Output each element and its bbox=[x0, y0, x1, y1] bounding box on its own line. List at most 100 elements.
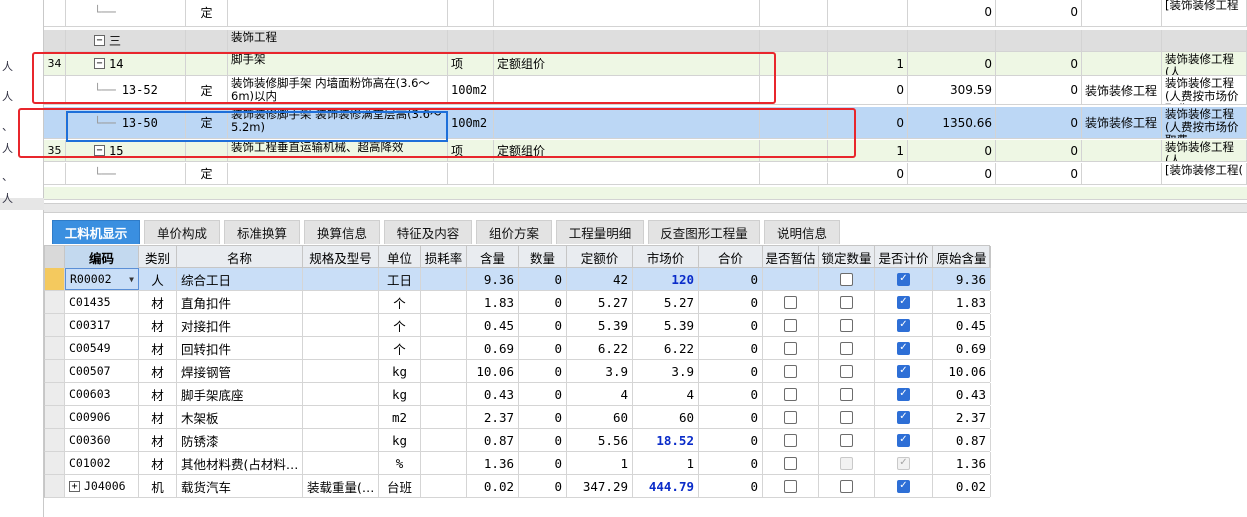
cell-orig[interactable]: 2.37 bbox=[933, 406, 991, 428]
priced-checkbox[interactable]: ✓ bbox=[897, 341, 910, 355]
cell-qty[interactable]: 0 bbox=[519, 383, 567, 405]
cell-code[interactable]: C01002 bbox=[65, 452, 139, 474]
cell-loss[interactable] bbox=[421, 383, 467, 405]
est-checkbox[interactable] bbox=[784, 364, 797, 378]
header-base[interactable]: 定额价 bbox=[567, 246, 633, 268]
cell-total[interactable]: 0 bbox=[699, 475, 763, 497]
table-row[interactable]: C00360 材防锈漆 kg 0.87 0 5.56 18.52 0 ✓ 0.87 bbox=[44, 429, 991, 452]
cell-market[interactable]: 120 bbox=[633, 268, 699, 290]
cell-qty[interactable]: 0 bbox=[519, 268, 567, 290]
header-name[interactable]: 名称 bbox=[177, 246, 303, 268]
lock-checkbox[interactable] bbox=[840, 295, 853, 309]
cell-cat[interactable]: 材 bbox=[139, 360, 177, 382]
cell-priced[interactable]: ✓ bbox=[875, 406, 933, 428]
cell-base[interactable]: 1 bbox=[567, 452, 633, 474]
cell-spec[interactable] bbox=[303, 360, 379, 382]
cell-lock[interactable] bbox=[819, 268, 875, 290]
lock-checkbox[interactable] bbox=[840, 318, 853, 332]
cell-content[interactable]: 10.06 bbox=[467, 360, 519, 382]
cell-cat[interactable]: 人 bbox=[139, 268, 177, 290]
lock-checkbox[interactable] bbox=[840, 341, 853, 355]
quota-row[interactable]: − 三 装饰工程 bbox=[44, 30, 1247, 52]
cell-qty[interactable]: 0 bbox=[519, 429, 567, 451]
cell-total[interactable]: 0 bbox=[699, 337, 763, 359]
cell-cat[interactable]: 材 bbox=[139, 314, 177, 336]
cell-lock[interactable] bbox=[819, 429, 875, 451]
cell-content[interactable]: 1.36 bbox=[467, 452, 519, 474]
cell-name[interactable]: 装饰工程垂直运输机械、超高降效 bbox=[228, 140, 448, 161]
cell-unit[interactable]: 个 bbox=[379, 337, 421, 359]
cell-orig[interactable]: 0.69 bbox=[933, 337, 991, 359]
cell-spec[interactable] bbox=[303, 314, 379, 336]
header-rowno[interactable] bbox=[45, 246, 65, 268]
cell-market[interactable]: 4 bbox=[633, 383, 699, 405]
header-loss[interactable]: 损耗率 bbox=[421, 246, 467, 268]
cell-loss[interactable] bbox=[421, 452, 467, 474]
cell-code[interactable]: −14 bbox=[66, 52, 186, 75]
lock-checkbox[interactable] bbox=[840, 387, 853, 401]
cell-name[interactable]: 防锈漆 bbox=[177, 429, 303, 451]
tab-5[interactable]: 特征及内容 bbox=[384, 220, 472, 244]
cell-code[interactable]: C00603 bbox=[65, 383, 139, 405]
header-est[interactable]: 是否暂估 bbox=[763, 246, 819, 268]
cell-base[interactable]: 4 bbox=[567, 383, 633, 405]
cell-total[interactable]: 0 bbox=[699, 268, 763, 290]
cell-cat[interactable]: 材 bbox=[139, 383, 177, 405]
expand-toggle-icon[interactable]: + bbox=[69, 480, 80, 492]
header-market[interactable]: 市场价 bbox=[633, 246, 699, 268]
cell-base[interactable]: 6.22 bbox=[567, 337, 633, 359]
cell-loss[interactable] bbox=[421, 360, 467, 382]
cell-name[interactable]: 载货汽车 bbox=[177, 475, 303, 497]
header-orig[interactable]: 原始含量 bbox=[933, 246, 991, 268]
table-row[interactable]: + J04006 机载货汽车 装载重量(… 台班 0.02 0 347.29 444.79 0 ✓ 0… bbox=[44, 475, 991, 498]
cell-total[interactable]: 0 bbox=[699, 314, 763, 336]
cell-priced[interactable]: ✓ bbox=[875, 291, 933, 313]
tab-9[interactable]: 说明信息 bbox=[764, 220, 840, 244]
cell-est[interactable] bbox=[763, 452, 819, 474]
priced-checkbox[interactable]: ✓ bbox=[897, 479, 910, 493]
header-lock[interactable]: 锁定数量 bbox=[819, 246, 875, 268]
est-checkbox[interactable] bbox=[784, 410, 797, 424]
table-row[interactable]: C01002 材其他材料费(占材料…% 1.36 0 1 1 0 ✓ 1.36 bbox=[44, 452, 991, 475]
est-checkbox[interactable] bbox=[784, 318, 797, 332]
cell-total[interactable]: 0 bbox=[699, 452, 763, 474]
header-cat[interactable]: 类别 bbox=[139, 246, 177, 268]
cell-code[interactable]: R00002 ▼ bbox=[65, 268, 139, 290]
cell-base[interactable]: 42 bbox=[567, 268, 633, 290]
dropdown-arrow-icon[interactable]: ▼ bbox=[129, 275, 134, 284]
cell-qty[interactable]: 0 bbox=[519, 452, 567, 474]
cell-unit[interactable]: m2 bbox=[379, 406, 421, 428]
cell-loss[interactable] bbox=[421, 268, 467, 290]
est-checkbox[interactable] bbox=[784, 433, 797, 447]
cell-base[interactable]: 5.39 bbox=[567, 314, 633, 336]
quota-row[interactable]: └── 定 0 0 [装饰装修工程 bbox=[44, 0, 1247, 27]
cell-spec[interactable] bbox=[303, 383, 379, 405]
header-total[interactable]: 合价 bbox=[699, 246, 763, 268]
cell-est[interactable] bbox=[763, 337, 819, 359]
cell-rowno[interactable] bbox=[45, 475, 65, 497]
cell-qty[interactable]: 0 bbox=[519, 314, 567, 336]
cell-content[interactable]: 0.02 bbox=[467, 475, 519, 497]
cell-lock[interactable] bbox=[819, 383, 875, 405]
cell-est[interactable] bbox=[763, 475, 819, 497]
cell-name[interactable]: 装饰装修脚手架 装饰装修满堂层高(3.6～5.2m) bbox=[228, 107, 448, 138]
cell-rowno[interactable] bbox=[45, 337, 65, 359]
cell-name[interactable] bbox=[228, 163, 448, 184]
cell-priced[interactable]: ✓ bbox=[875, 383, 933, 405]
tab-7[interactable]: 工程量明细 bbox=[556, 220, 644, 244]
cell-priced[interactable]: ✓ bbox=[875, 452, 933, 474]
cell-loss[interactable] bbox=[421, 475, 467, 497]
priced-checkbox[interactable]: ✓ bbox=[897, 272, 910, 286]
cell-market[interactable]: 444.79 bbox=[633, 475, 699, 497]
priced-checkbox[interactable]: ✓ bbox=[897, 295, 910, 309]
cell-qty[interactable]: 0 bbox=[519, 406, 567, 428]
est-checkbox[interactable] bbox=[784, 479, 797, 493]
cell-content[interactable]: 0.69 bbox=[467, 337, 519, 359]
tab-4[interactable]: 换算信息 bbox=[304, 220, 380, 244]
cell-name[interactable]: 焊接钢管 bbox=[177, 360, 303, 382]
cell-cat[interactable]: 材 bbox=[139, 337, 177, 359]
cell-est[interactable] bbox=[763, 268, 819, 290]
cell-lock[interactable] bbox=[819, 314, 875, 336]
cell-name[interactable]: 装饰装修脚手架 内墙面粉饰高在(3.6～6m)以内 bbox=[228, 76, 448, 104]
cell-loss[interactable] bbox=[421, 337, 467, 359]
